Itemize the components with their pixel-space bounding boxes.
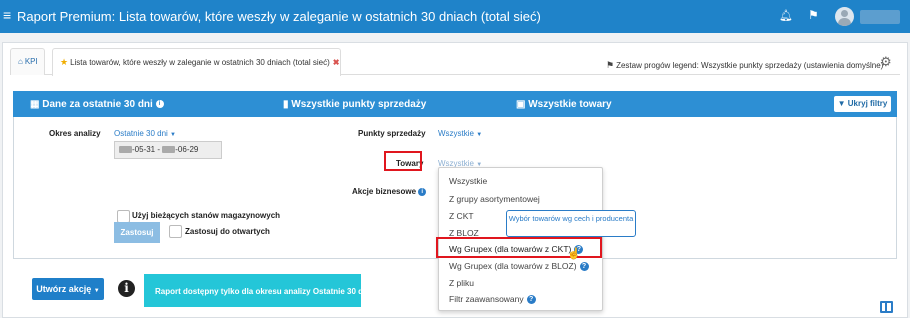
info-icon[interactable]: i	[418, 187, 427, 196]
hide-filters-label: Ukryj filtry	[847, 99, 888, 108]
apply-open-label: Zastosuj do otwartych	[185, 227, 270, 236]
actions-label-text: Akcje biznesowe	[352, 187, 417, 196]
panel-toggle-icon[interactable]	[880, 301, 893, 313]
top-bar: ≡ Raport Premium: Lista towarów, które w…	[0, 0, 910, 33]
settings-gear-icon[interactable]: ⚙	[880, 54, 892, 70]
dropdown-item-all[interactable]: Wszystkie	[449, 176, 487, 186]
avatar[interactable]	[835, 7, 854, 26]
tooltip: Wybór towarów wg cech i producenta	[506, 210, 636, 237]
dropdown-item-ckt[interactable]: Z CKT	[449, 211, 474, 221]
apply-open-checkbox[interactable]	[169, 225, 182, 238]
page-title: Raport Premium: Lista towarów, które wes…	[17, 9, 541, 24]
filter-date-summary: ▦ Dane za ostatnie 30 dni i	[30, 99, 164, 110]
building-icon: ▮	[283, 99, 289, 110]
points-select[interactable]: Wszystkie ▼	[438, 129, 482, 138]
create-action-button[interactable]: Utwórz akcję ▼	[32, 278, 104, 300]
info-icon: i	[118, 280, 135, 297]
use-stock-label: Użyj bieżących stanów magazynowych	[132, 211, 281, 220]
apply-button[interactable]: Zastosuj	[114, 222, 160, 243]
filter-date-label: Dane za ostatnie 30 dni	[42, 99, 153, 110]
period-label: Okres analizy	[49, 129, 101, 138]
tab-kpi[interactable]: ⌂ KPI	[10, 48, 45, 75]
goods-dropdown-menu: Wszystkie Z grupy asortymentowej Z CKT Z…	[436, 167, 636, 311]
filter-points-summary: ▮ Wszystkie punkty sprzedaży	[283, 99, 426, 110]
hand-cursor-icon: ☝	[567, 248, 581, 260]
date-range-field[interactable]: -05-31 - -06-29	[114, 141, 222, 159]
redacted-year	[119, 146, 132, 154]
filter-goods-label: Wszystkie towary	[528, 99, 612, 110]
points-label: Punkty sprzedaży	[358, 129, 426, 138]
filter-points-label: Wszystkie punkty sprzedaży	[291, 99, 427, 110]
chevron-down-icon: ▼	[476, 132, 483, 138]
notice-banner: Raport dostępny tylko dla okresu analizy…	[144, 274, 372, 307]
tab-kpi-label: KPI	[24, 57, 38, 66]
dropdown-item-file[interactable]: Z pliku	[449, 278, 474, 288]
filter-goods-summary: ▣ Wszystkie towary	[516, 99, 612, 110]
goods-label-highlight	[384, 151, 422, 171]
bell-icon[interactable]: 🔔︎	[779, 9, 793, 22]
period-select[interactable]: Ostatnie 30 dni ▼	[114, 129, 176, 138]
calendar-icon: ▦	[30, 99, 40, 110]
info-icon[interactable]: i	[155, 100, 164, 109]
redacted-year	[162, 146, 176, 154]
tab-report[interactable]: ★ Lista towarów, które weszły w zaleganie…	[52, 48, 341, 76]
dropdown-item-grupex-bloz[interactable]: Wg Grupex (dla towarów z BLOZ)?	[449, 261, 589, 272]
chevron-down-icon: ▼	[170, 132, 176, 138]
briefcase-icon: ▣	[516, 99, 526, 110]
actions-label: Akcje biznesowe i	[352, 187, 427, 196]
flag-icon: ⚑	[606, 60, 615, 70]
tab-report-label: Lista towarów, które weszły w zaleganie …	[70, 58, 330, 67]
star-icon[interactable]: ★	[60, 57, 68, 67]
help-icon[interactable]: ?	[526, 295, 536, 305]
create-action-label: Utwórz akcję	[36, 284, 92, 294]
legend-set-link[interactable]: ⚑ Zestaw progów legend: Wszystkie punkty …	[606, 60, 883, 71]
user-name-redacted[interactable]	[860, 10, 900, 24]
filter-summary-bar: ▦ Dane za ostatnie 30 dni i ▮ Wszystkie …	[13, 91, 897, 117]
hide-filters-button[interactable]: ▼ Ukryj filtry	[834, 96, 891, 112]
help-icon[interactable]: ?	[579, 262, 589, 272]
dropdown-item-grupex-bloz-label: Wg Grupex (dla towarów z BLOZ)	[449, 261, 577, 271]
chevron-down-icon: ▼	[93, 288, 100, 294]
date-end: -06-29	[175, 145, 199, 154]
dropdown-item-advanced-label: Filtr zaawansowany	[449, 294, 524, 304]
date-start: -05-31 -	[132, 145, 161, 154]
period-value: Ostatnie 30 dni	[114, 129, 168, 138]
filter-icon: ▼	[837, 99, 846, 108]
menu-icon[interactable]: ≡	[3, 8, 11, 22]
close-icon[interactable]: ✖	[333, 58, 340, 67]
home-icon: ⌂	[18, 57, 23, 66]
dropdown-item-group[interactable]: Z grupy asortymentowej	[449, 194, 540, 204]
flag-icon[interactable]: ⚑	[808, 8, 819, 22]
dropdown-item-advanced[interactable]: Filtr zaawansowany?	[449, 294, 536, 305]
legend-set-label: Zestaw progów legend: Wszystkie punkty s…	[616, 61, 884, 70]
points-value: Wszystkie	[438, 129, 474, 138]
